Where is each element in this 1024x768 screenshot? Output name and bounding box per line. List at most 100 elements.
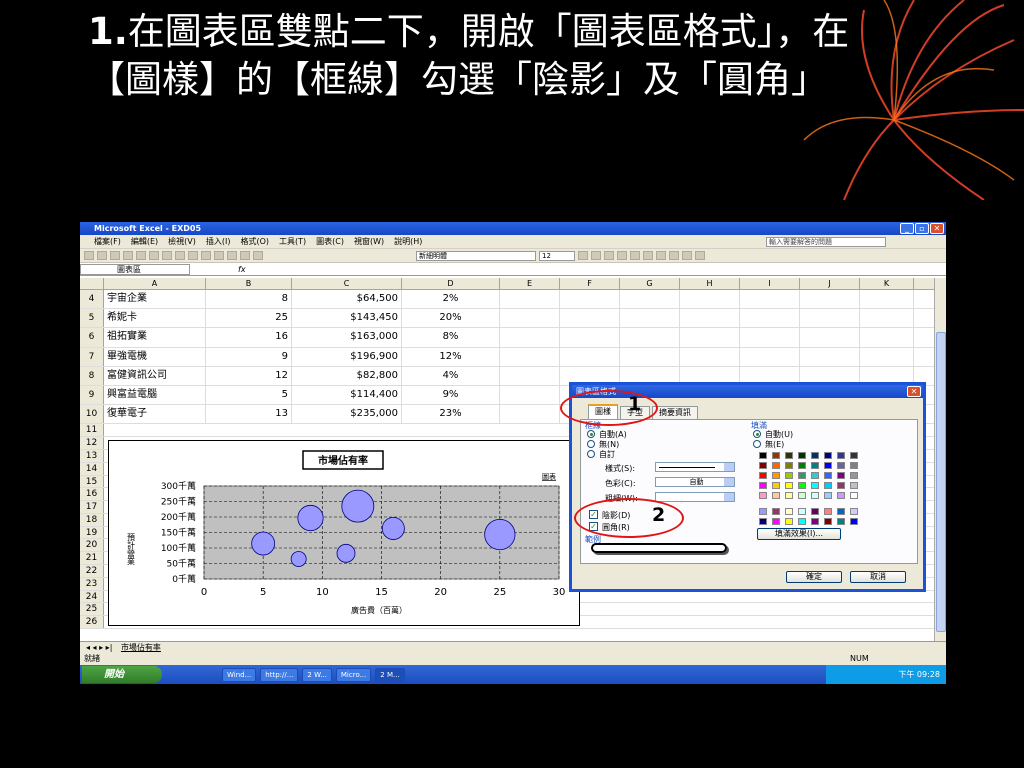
color-swatch[interactable]	[785, 492, 793, 499]
color-swatch[interactable]	[798, 508, 806, 515]
color-swatch[interactable]	[798, 482, 806, 489]
empty-cell[interactable]	[680, 347, 740, 366]
close-icon[interactable]: ✕	[930, 223, 944, 234]
chart-wizard-icon[interactable]	[240, 251, 250, 260]
task-windows[interactable]: Wind...	[222, 667, 257, 682]
empty-cell[interactable]	[620, 347, 680, 366]
select-all-corner[interactable]	[80, 278, 104, 289]
color-swatch[interactable]	[759, 472, 767, 479]
color-swatch[interactable]	[798, 462, 806, 469]
color-swatch[interactable]	[824, 452, 832, 459]
empty-cell[interactable]	[740, 328, 800, 347]
cut-icon[interactable]	[162, 251, 172, 260]
name-box[interactable]: 圖表區	[80, 263, 190, 275]
task-excel[interactable]: 2 M...	[375, 667, 405, 682]
menu-format[interactable]: 格式(O)	[240, 236, 269, 247]
tab-nav-arrows-icon[interactable]: ◂ ◂ ▸ ▸|	[86, 643, 112, 652]
column-header-b[interactable]: B	[206, 278, 292, 289]
color-swatch[interactable]	[759, 492, 767, 499]
empty-cell[interactable]	[680, 309, 740, 328]
color-swatch[interactable]	[824, 482, 832, 489]
cell-ad-cost[interactable]: 13	[206, 405, 292, 424]
empty-cell[interactable]	[560, 309, 620, 328]
border-none-radio[interactable]	[587, 440, 595, 448]
cell-ad-cost[interactable]: 12	[206, 366, 292, 385]
cell-share[interactable]: 4%	[402, 366, 500, 385]
cell-share[interactable]: 2%	[402, 290, 500, 309]
color-swatch[interactable]	[837, 482, 845, 489]
empty-cell[interactable]	[740, 309, 800, 328]
color-swatch[interactable]	[824, 492, 832, 499]
row-header[interactable]: 24	[80, 590, 104, 603]
sum-icon[interactable]	[214, 251, 224, 260]
menu-view[interactable]: 檢視(V)	[168, 236, 196, 247]
column-header-f[interactable]: F	[560, 278, 620, 289]
color-swatch[interactable]	[785, 518, 793, 525]
empty-cell[interactable]	[500, 405, 560, 424]
task-micro[interactable]: Micro...	[335, 667, 372, 682]
tab-properties[interactable]: 摘要資訊	[652, 406, 698, 419]
fill-none-radio[interactable]	[753, 440, 761, 448]
row-header[interactable]: 17	[80, 501, 104, 513]
column-header-k[interactable]: K	[860, 278, 914, 289]
row-header[interactable]: 26	[80, 616, 104, 629]
color-swatch[interactable]	[837, 452, 845, 459]
color-swatch[interactable]	[837, 508, 845, 515]
empty-cell[interactable]	[680, 290, 740, 309]
color-swatch[interactable]	[811, 508, 819, 515]
align-right-icon[interactable]	[643, 251, 653, 260]
cell-company[interactable]: 畢強電機	[104, 347, 206, 366]
color-swatch[interactable]	[837, 518, 845, 525]
color-swatch[interactable]	[811, 482, 819, 489]
cell-share[interactable]: 12%	[402, 347, 500, 366]
cell-ad-cost[interactable]: 9	[206, 347, 292, 366]
menu-help[interactable]: 說明(H)	[394, 236, 422, 247]
empty-cell[interactable]	[860, 347, 914, 366]
row-header[interactable]: 7	[80, 347, 104, 366]
color-swatch[interactable]	[850, 518, 858, 525]
column-header-g[interactable]: G	[620, 278, 680, 289]
cell-company[interactable]: 祖拓實業	[104, 328, 206, 347]
cancel-button[interactable]: 取消	[850, 571, 906, 583]
empty-cell[interactable]	[560, 290, 620, 309]
color-swatch[interactable]	[785, 462, 793, 469]
color-swatch[interactable]	[824, 508, 832, 515]
row-header[interactable]: 9	[80, 385, 104, 405]
cell-company[interactable]: 興富益電腦	[104, 385, 206, 405]
currency-icon[interactable]	[656, 251, 666, 260]
color-swatch[interactable]	[811, 472, 819, 479]
sort-icon[interactable]	[227, 251, 237, 260]
color-swatch[interactable]	[811, 518, 819, 525]
font-size-select[interactable]: 12	[539, 250, 575, 261]
empty-cell[interactable]	[500, 328, 560, 347]
color-swatch[interactable]	[850, 508, 858, 515]
borders-icon[interactable]	[669, 251, 679, 260]
color-swatch[interactable]	[759, 518, 767, 525]
style-select[interactable]	[655, 462, 735, 472]
cell-revenue[interactable]: $114,400	[292, 385, 402, 405]
row-header[interactable]: 20	[80, 539, 104, 552]
cell-company[interactable]: 復華電子	[104, 405, 206, 424]
color-swatch[interactable]	[772, 452, 780, 459]
border-auto-radio[interactable]	[587, 430, 595, 438]
empty-cell[interactable]	[740, 290, 800, 309]
cell-company[interactable]: 富健資訊公司	[104, 366, 206, 385]
row-header[interactable]: 21	[80, 552, 104, 565]
row-header[interactable]: 13	[80, 449, 104, 462]
paste-icon[interactable]	[188, 251, 198, 260]
help-search-input[interactable]: 輸入需要解答的問題	[766, 237, 886, 247]
menu-window[interactable]: 視窗(W)	[354, 236, 384, 247]
color-swatch[interactable]	[824, 462, 832, 469]
minimize-icon[interactable]: _	[900, 223, 914, 234]
color-swatch[interactable]	[798, 518, 806, 525]
menu-tools[interactable]: 工具(T)	[279, 236, 306, 247]
weight-select[interactable]	[655, 492, 735, 502]
empty-cell[interactable]	[500, 366, 560, 385]
empty-cell[interactable]	[800, 309, 860, 328]
fill-auto-radio[interactable]	[753, 430, 761, 438]
fill-effects-button[interactable]: 填滿效果(I)...	[757, 528, 841, 540]
color-swatch[interactable]	[759, 508, 767, 515]
empty-cell[interactable]	[500, 385, 560, 405]
color-swatch[interactable]	[811, 462, 819, 469]
row-header[interactable]: 10	[80, 405, 104, 424]
